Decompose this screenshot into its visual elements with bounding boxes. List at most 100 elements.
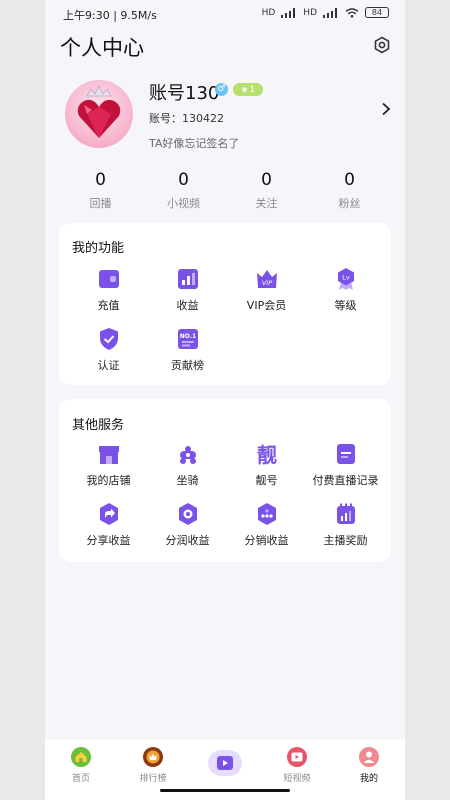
function-recharge[interactable]: 充值 [69, 267, 148, 317]
service-share-income[interactable]: 分享收益 [69, 502, 148, 552]
signal-icon [281, 7, 297, 18]
tab-short-video[interactable]: 短视频 [267, 746, 327, 784]
status-bar: 上午9:30 | 9.5M/s HD HD 84 [45, 0, 405, 30]
stat-label: 小视频 [167, 197, 200, 210]
service-paid-live-records[interactable]: 付费直播记录 [306, 442, 385, 492]
function-label: 充值 [97, 299, 120, 312]
tab-label: 短视频 [283, 774, 311, 784]
profit-share-icon [178, 503, 197, 525]
signal-label-1: HD [261, 7, 276, 18]
home-icon [71, 747, 91, 767]
shield-check-icon [99, 328, 118, 350]
level-medal-icon: Lv [337, 268, 354, 290]
function-label: 收益 [176, 299, 199, 312]
pretty-number-icon: 靓 [257, 443, 277, 466]
service-label: 靓号 [255, 474, 278, 487]
distribution-icon [257, 503, 276, 525]
tab-ranking[interactable]: 排行榜 [123, 746, 183, 784]
home-indicator[interactable] [160, 789, 290, 792]
tab-mine[interactable]: 我的 [339, 746, 399, 784]
shop-icon [98, 446, 119, 464]
tab-label: 首页 [71, 774, 90, 784]
pretty-number-glyph: 靓 [257, 443, 277, 466]
service-label: 我的店铺 [86, 474, 131, 487]
my-functions-card: 我的功能 充值 收益 VIP VIP会员 Lv 等级 认证 NO.1 贡献榜 [59, 223, 391, 385]
stat-replay[interactable]: 0 回播 [59, 170, 142, 211]
service-label: 分享收益 [86, 534, 131, 547]
service-profit-share-income[interactable]: 分润收益 [148, 502, 227, 552]
service-anchor-reward[interactable]: 主播奖励 [306, 502, 385, 552]
my-functions-grid: 充值 收益 VIP VIP会员 Lv 等级 认证 NO.1 贡献榜 [69, 267, 385, 377]
level-value: 1 [249, 84, 256, 95]
other-services-title: 其他服务 [72, 418, 125, 433]
other-services-card: 其他服务 我的店铺 坐骑 靓 靓号 付费直播记录 分享收益 分润收益 分销收益 … [59, 399, 391, 562]
profile-username: 账号130 [149, 83, 220, 104]
avatar[interactable] [65, 80, 133, 148]
wifi-icon [345, 7, 359, 18]
service-label: 分润收益 [165, 534, 210, 547]
wallet-icon [98, 270, 119, 288]
live-play-button[interactable] [208, 750, 242, 776]
signal-label-2: HD [303, 7, 317, 18]
function-level[interactable]: Lv 等级 [306, 267, 385, 317]
live-play-icon [217, 756, 233, 770]
account-id: 账号：130422 [149, 112, 224, 125]
function-vip[interactable]: VIP VIP会员 [227, 267, 306, 317]
gender-male-icon: ♂ [215, 83, 228, 96]
service-label: 坐骑 [176, 474, 199, 487]
service-label: 付费直播记录 [312, 474, 379, 487]
mount-icon [179, 446, 196, 464]
svg-text:NO.1: NO.1 [179, 333, 195, 340]
calendar-reward-icon [336, 503, 355, 524]
profile-stats: 0 回播 0 小视频 0 关注 0 粉丝 [59, 170, 391, 211]
stat-following[interactable]: 0 关注 [225, 170, 308, 211]
service-my-shop[interactable]: 我的店铺 [69, 442, 148, 492]
function-label: 贡献榜 [171, 359, 204, 372]
app-screen: 上午9:30 | 9.5M/s HD HD 84 个人中心 账号130 ♂ 1 … [45, 0, 405, 800]
function-contribution[interactable]: NO.1 贡献榜 [148, 327, 227, 377]
chevron-right-icon[interactable] [381, 102, 391, 116]
stat-label: 回播 [89, 197, 112, 210]
tab-label: 我的 [359, 774, 378, 784]
my-functions-title: 我的功能 [72, 241, 125, 256]
ranking-icon [143, 747, 163, 767]
status-indicators: HD HD 84 [262, 7, 389, 18]
page-title: 个人中心 [60, 36, 144, 60]
function-certification[interactable]: 认证 [69, 327, 148, 377]
stat-fans[interactable]: 0 粉丝 [308, 170, 391, 211]
tab-label: 排行榜 [139, 774, 167, 784]
other-services-grid: 我的店铺 坐骑 靓 靓号 付费直播记录 分享收益 分润收益 分销收益 主播奖励 [69, 442, 385, 552]
service-pretty-number[interactable]: 靓 靓号 [227, 442, 306, 492]
stat-value: 0 [95, 170, 106, 190]
battery-icon: 84 [365, 7, 389, 18]
stat-value: 0 [344, 170, 355, 190]
settings-hex-icon[interactable] [373, 36, 391, 54]
stat-label: 粉丝 [338, 197, 361, 210]
service-distribution-income[interactable]: 分销收益 [227, 502, 306, 552]
profile-signature: TA好像忘记签名了 [149, 137, 240, 150]
function-label: 认证 [97, 359, 120, 372]
ruby-heart-crown-icon [77, 85, 121, 138]
function-label: VIP会员 [246, 299, 287, 312]
tab-home[interactable]: 首页 [51, 746, 111, 784]
stat-value: 0 [178, 170, 189, 190]
stat-label: 关注 [255, 197, 278, 210]
bar-chart-icon [177, 269, 198, 289]
stat-value: 0 [261, 170, 272, 190]
function-label: 等级 [334, 299, 357, 312]
share-icon [99, 503, 118, 525]
star-icon [240, 86, 248, 93]
stat-short-video[interactable]: 0 小视频 [142, 170, 225, 211]
vip-crown-icon: VIP [256, 270, 277, 288]
signal-icon-2 [323, 7, 339, 18]
svg-text:Lv: Lv [342, 274, 350, 282]
status-time: 上午9:30 | 9.5M/s [63, 9, 157, 22]
service-label: 主播奖励 [323, 534, 368, 547]
service-label: 分销收益 [244, 534, 289, 547]
service-mount[interactable]: 坐骑 [148, 442, 227, 492]
record-icon [336, 444, 355, 464]
function-income[interactable]: 收益 [148, 267, 227, 317]
level-badge: 1 [233, 83, 263, 96]
profile-icon [359, 747, 379, 767]
svg-text:VIP: VIP [261, 279, 271, 287]
